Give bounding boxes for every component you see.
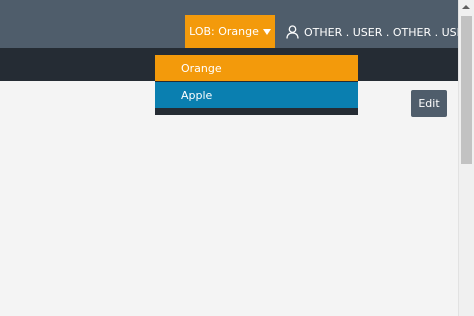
lob-option-apple[interactable]: Apple [155,82,358,108]
edit-button-label: Edit [418,97,440,110]
user-icon [286,25,299,39]
lob-dropdown-menu: Orange Apple [155,55,358,115]
scrollbar-thumb[interactable] [461,16,472,164]
lob-option-label: Apple [181,88,213,102]
vertical-scrollbar[interactable] [458,0,474,316]
lob-option-label: Orange [181,61,222,75]
top-navigation-bar: LOB: Orange OTHER . USER . OTHER . USER [0,0,471,48]
edit-button[interactable]: Edit [411,90,447,117]
user-name-label: OTHER . USER . OTHER . USER [304,25,472,39]
lob-dropdown-button[interactable]: LOB: Orange [185,15,275,48]
user-menu-button[interactable]: OTHER . USER . OTHER . USER [286,23,474,41]
lob-dropdown-label: LOB: Orange [189,25,259,38]
lob-option-orange[interactable]: Orange [155,55,358,81]
caret-down-icon [262,28,271,35]
scroll-up-arrow-icon[interactable] [462,5,470,9]
